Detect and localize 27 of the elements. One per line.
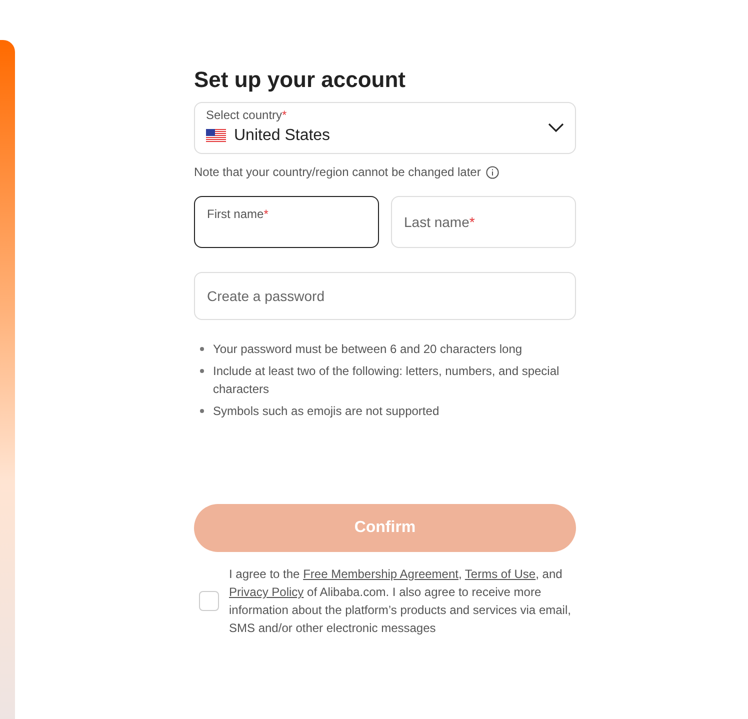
agreement-link[interactable]: Free Membership Agreement [303, 567, 458, 581]
password-field[interactable]: Create a password [194, 272, 576, 320]
password-rule: Your password must be between 6 and 20 characters long [213, 341, 522, 358]
country-note: Note that your country/region cannot be changed later [194, 164, 481, 181]
field-label: First name [207, 206, 264, 223]
bullet-icon [200, 347, 204, 351]
name-field[interactable]: Last name* [391, 196, 576, 248]
agreement-link[interactable]: Terms of Use [464, 567, 536, 581]
country-select[interactable]: Select country* United States [194, 102, 576, 154]
flag-icon [206, 129, 226, 143]
required-mark: * [264, 206, 268, 223]
required-mark: * [469, 212, 475, 232]
bullet-icon [200, 409, 204, 413]
name-field[interactable]: First name* [194, 196, 379, 248]
bullet-icon [200, 369, 204, 373]
password-rule: Symbols such as emojis are not supported [213, 403, 440, 420]
field-label: Select country [206, 108, 282, 122]
agree-checkbox[interactable] [199, 591, 219, 611]
agreement-link[interactable]: Privacy Policy [229, 585, 304, 599]
required-mark: * [282, 108, 287, 122]
country-value: United States [234, 126, 330, 146]
agreement-text: I agree to the Free Membership Agreement, Terms of Use, and Privacy Policy of Alibaba.com. I also agree to receive more information about the platform’s products and services via email, SMS and/or other electronic messages [229, 566, 572, 637]
info-icon [486, 166, 499, 178]
password-rule: Include at least two of the following: letters, numbers, and special characters [213, 363, 560, 398]
page-title: Set up your account [194, 66, 406, 94]
field-label: Last name [404, 212, 470, 232]
chevron-down-icon [548, 123, 564, 133]
